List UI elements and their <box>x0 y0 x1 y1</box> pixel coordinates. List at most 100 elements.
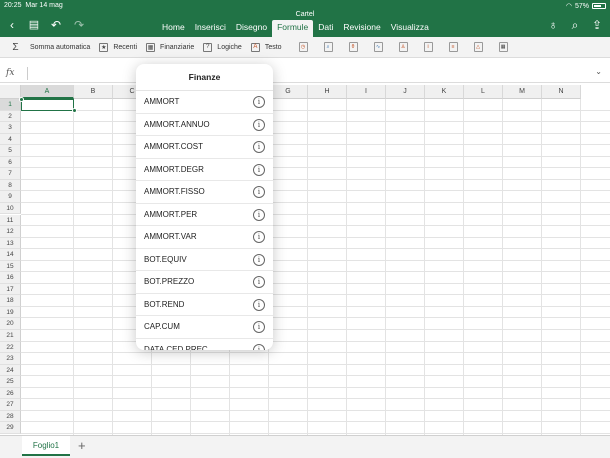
row-header[interactable]: 19 <box>0 306 21 319</box>
row-header[interactable]: 3 <box>0 122 21 134</box>
tab-draw[interactable]: Disegno <box>231 20 272 37</box>
search-icon[interactable]: ⌕ <box>568 18 582 32</box>
row-header[interactable]: 9 <box>0 191 21 203</box>
column-header[interactable]: L <box>464 85 503 99</box>
info-icon[interactable]: i <box>253 141 265 153</box>
sheet-tab[interactable]: Foglio1 <box>22 436 70 456</box>
row-header[interactable]: 13 <box>0 237 21 250</box>
row-header[interactable]: 25 <box>0 376 21 388</box>
row-header[interactable]: 5 <box>0 145 21 157</box>
calculator-icon[interactable]: ▦ <box>498 42 508 52</box>
column-header[interactable]: I <box>347 85 386 99</box>
column-header[interactable]: A <box>21 85 74 99</box>
tab-data[interactable]: Dati <box>313 20 338 37</box>
info-icon[interactable]: i <box>253 231 265 243</box>
tab-insert[interactable]: Inserisci <box>190 20 231 37</box>
selection-handle[interactable] <box>18 96 24 102</box>
info-icon[interactable]: i <box>253 321 265 333</box>
row-header[interactable]: 10 <box>0 202 21 215</box>
column-header[interactable]: G <box>269 85 308 99</box>
select-all-corner[interactable] <box>0 85 21 99</box>
tab-formulas[interactable]: Formule <box>272 20 314 37</box>
function-item[interactable]: DATA.CED.PREC i <box>136 339 273 350</box>
lookup-icon[interactable]: ⌕ <box>323 42 333 52</box>
row-header[interactable]: 1 <box>0 99 21 111</box>
statistics-icon[interactable]: ∿ <box>373 42 383 52</box>
info-icon[interactable]: i <box>253 276 265 288</box>
row-header[interactable]: 28 <box>0 410 21 423</box>
row-header[interactable]: 14 <box>0 249 21 261</box>
row-header[interactable]: 17 <box>0 283 21 296</box>
row-header[interactable]: 26 <box>0 387 21 400</box>
row-header[interactable]: 2 <box>0 110 21 123</box>
engineering-icon[interactable]: ♙ <box>398 42 408 52</box>
function-item[interactable]: CAP.CUM i <box>136 316 273 339</box>
row-header[interactable]: 24 <box>0 364 21 377</box>
info-icon[interactable]: i <box>253 298 265 311</box>
spreadsheet-grid[interactable]: ABCDEFGHIJKLMN12345678910111213141516171… <box>0 85 610 435</box>
column-header[interactable]: K <box>425 85 464 99</box>
formula-bar[interactable]: fx ⌄ <box>0 64 610 83</box>
selected-cell[interactable] <box>21 99 74 111</box>
database-icon[interactable]: ≡ <box>448 42 458 52</box>
info-icon[interactable]: i <box>253 186 265 198</box>
financial-button[interactable]: ▦ Finanziarie <box>146 42 194 52</box>
function-item[interactable]: AMMORT.ANNUO i <box>136 114 273 136</box>
row-header[interactable]: 22 <box>0 341 21 354</box>
info-icon[interactable]: i <box>253 253 265 266</box>
function-item[interactable]: AMMORT.VAR i <box>136 226 273 249</box>
row-header[interactable]: 6 <box>0 156 21 169</box>
function-item[interactable]: AMMORT.DEGR i <box>136 159 273 181</box>
info-icon[interactable]: i <box>253 96 265 108</box>
column-header[interactable]: H <box>308 85 347 99</box>
text-button[interactable]: A Testo <box>250 42 282 52</box>
row-header[interactable]: 8 <box>0 179 21 192</box>
undo-icon[interactable]: ↶ <box>49 18 63 32</box>
row-header[interactable]: 18 <box>0 295 21 307</box>
save-file-icon[interactable]: ▤ <box>27 18 41 32</box>
row-header[interactable]: 20 <box>0 318 21 330</box>
function-item[interactable]: AMMORT i <box>136 91 273 114</box>
info-icon[interactable]: i <box>253 343 265 350</box>
row-header[interactable]: 27 <box>0 399 21 411</box>
redo-icon[interactable]: ↷ <box>72 18 86 32</box>
info-icon[interactable]: i <box>253 208 265 221</box>
column-header[interactable]: M <box>503 85 542 99</box>
share-icon[interactable]: ⇪ <box>590 18 604 32</box>
chevron-down-icon[interactable]: ⌄ <box>595 67 602 76</box>
lightbulb-icon[interactable]: ♁ <box>546 18 560 32</box>
row-header[interactable]: 7 <box>0 168 21 180</box>
information-icon[interactable]: i <box>423 42 433 52</box>
function-item[interactable]: AMMORT.COST i <box>136 136 273 159</box>
function-item[interactable]: BOT.EQUIV i <box>136 249 273 271</box>
row-header[interactable]: 4 <box>0 133 21 146</box>
tab-view[interactable]: Visualizza <box>386 20 434 37</box>
fx-icon[interactable]: fx <box>6 68 14 78</box>
row-header[interactable]: 12 <box>0 226 21 238</box>
row-header[interactable]: 16 <box>0 272 21 284</box>
function-item[interactable]: AMMORT.PER i <box>136 204 273 226</box>
tab-home[interactable]: Home <box>157 20 190 37</box>
info-icon[interactable]: i <box>253 118 265 131</box>
info-icon[interactable]: i <box>253 163 265 176</box>
function-item[interactable]: AMMORT.FISSO i <box>136 181 273 204</box>
column-header[interactable]: J <box>386 85 425 99</box>
compatibility-icon[interactable]: △ <box>473 42 483 52</box>
column-header[interactable]: B <box>74 85 113 99</box>
selection-handle[interactable] <box>71 108 77 114</box>
recent-button[interactable]: ★ Recenti <box>99 42 137 52</box>
tab-review[interactable]: Revisione <box>338 20 385 37</box>
row-header[interactable]: 11 <box>0 214 21 227</box>
row-header[interactable]: 15 <box>0 260 21 273</box>
column-header[interactable]: N <box>542 85 581 99</box>
logical-button[interactable]: ? Logiche <box>203 42 242 52</box>
autosum-button[interactable]: Somma automatica <box>15 44 90 51</box>
row-header[interactable]: 29 <box>0 422 21 434</box>
add-sheet-button[interactable]: + <box>78 438 86 453</box>
row-header[interactable]: 21 <box>0 330 21 342</box>
date-time-icon[interactable]: ◷ <box>298 42 308 52</box>
math-icon[interactable]: θ <box>348 42 358 52</box>
function-item[interactable]: BOT.PREZZO i <box>136 271 273 294</box>
back-icon[interactable]: ‹ <box>5 18 19 32</box>
row-header[interactable]: 23 <box>0 353 21 365</box>
